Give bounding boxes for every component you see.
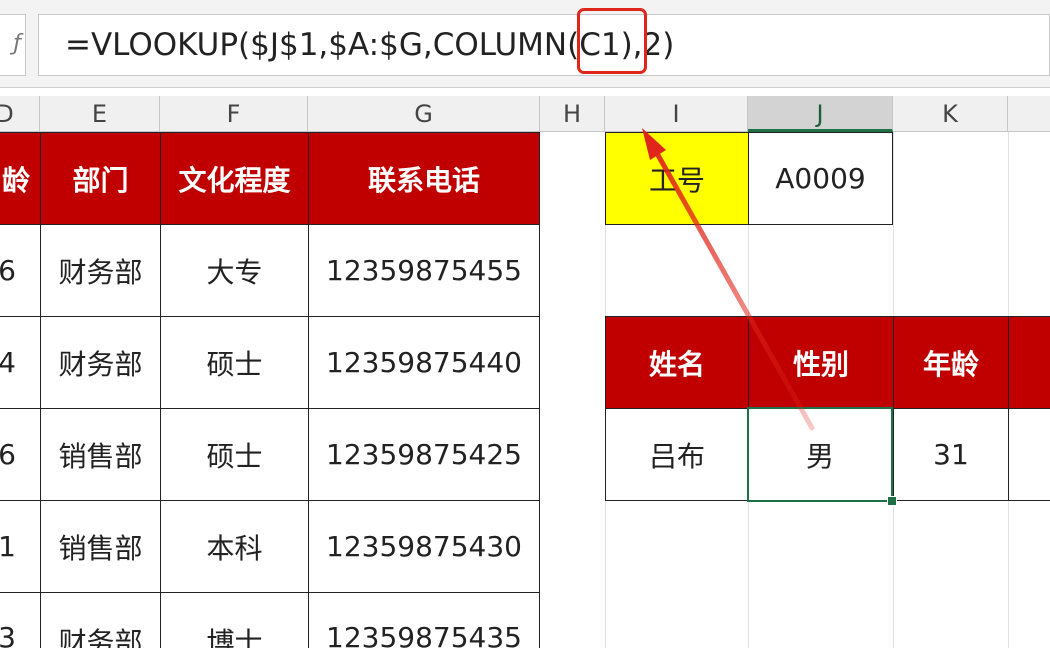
annotation-arrow-icon (642, 128, 815, 431)
